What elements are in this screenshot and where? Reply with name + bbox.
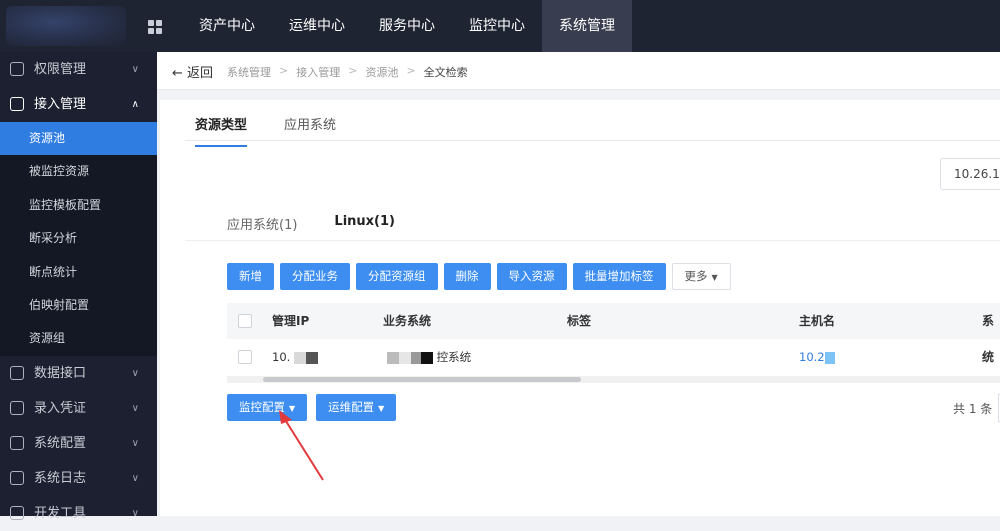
config-icon — [10, 435, 24, 450]
topnav-ops-center[interactable]: 运维中心 — [272, 0, 362, 52]
sidebar: 权限管理 ∨ 接入管理 ∧ 资源池 被监控资源 监控模板配置 断采分析 断点统计… — [0, 52, 157, 521]
action-toolbar: 新增 分配业务 分配资源组 删除 导入资源 批量增加标签 更多 ▼ — [227, 263, 731, 290]
cell-ip: 10. — [272, 339, 318, 375]
column-header-system[interactable]: 系统 — [982, 303, 1000, 364]
sidebar-group-label: 系统配置 — [34, 435, 87, 451]
breadcrumb-bar: ← 返回 系统管理 > 接入管理 > 资源池 > 全文检索 — [157, 52, 1000, 90]
caret-down-icon: ▼ — [289, 404, 296, 413]
row-checkbox[interactable] — [238, 350, 252, 364]
batch-add-tag-button[interactable]: 批量增加标签 — [572, 263, 666, 290]
chevron-up-icon: ∧ — [131, 99, 139, 110]
sidebar-group-credential[interactable]: 录入凭证 ∨ — [0, 391, 157, 426]
column-header-ip[interactable]: 管理IP — [272, 303, 309, 339]
sidebar-group-permission[interactable]: 权限管理 ∨ — [0, 52, 157, 87]
assign-business-button[interactable]: 分配业务 — [280, 263, 350, 290]
logo — [0, 0, 138, 52]
chevron-down-icon: ∨ — [131, 64, 139, 75]
sidebar-group-label: 录入凭证 — [34, 400, 87, 416]
tab-application-system[interactable]: 应用系统 — [284, 114, 336, 147]
more-label: 更多 — [684, 269, 708, 283]
sidebar-group-label: 接入管理 — [34, 97, 87, 112]
topnav-system-management[interactable]: 系统管理 — [542, 0, 632, 52]
access-icon — [10, 97, 24, 111]
more-dropdown-button[interactable]: 更多 ▼ — [671, 263, 731, 290]
topnav-asset-center[interactable]: 资产中心 — [182, 0, 272, 52]
sidebar-item-resource-group[interactable]: 资源组 — [0, 322, 157, 356]
sidebar-item-resource-pool[interactable]: 资源池 — [0, 122, 157, 156]
ops-config-label: 运维配置 — [328, 400, 375, 414]
import-resource-button[interactable]: 导入资源 — [496, 263, 567, 290]
assign-resource-group-button[interactable]: 分配资源组 — [356, 263, 438, 290]
chevron-down-icon: ∨ — [131, 437, 139, 449]
bottom-actions: 监控配置 ▼ 运维配置 ▼ — [227, 394, 397, 421]
chevron-down-icon: ∨ — [131, 507, 139, 519]
breadcrumb-current: 全文检索 — [423, 66, 468, 79]
ops-config-dropdown-button[interactable]: 运维配置 ▼ — [316, 394, 397, 421]
search-input[interactable]: 10.26.1. — [940, 158, 1000, 190]
sidebar-item-mapping-config[interactable]: 伯映射配置 — [0, 288, 157, 323]
topnav-service-center[interactable]: 服务中心 — [362, 0, 452, 52]
main-content: ← 返回 系统管理 > 接入管理 > 资源池 > 全文检索 资源类型 应用系统 … — [157, 52, 1000, 516]
credential-icon — [10, 400, 24, 415]
breadcrumb-item[interactable]: 系统管理 — [227, 64, 271, 80]
sidebar-item-breakpoint-stats[interactable]: 断点统计 — [0, 255, 157, 289]
api-icon — [10, 365, 24, 380]
sidebar-group-data-interface[interactable]: 数据接口 ∨ — [0, 356, 157, 391]
topnav-monitor-center[interactable]: 监控中心 — [452, 0, 542, 52]
add-button[interactable]: 新增 — [227, 263, 274, 290]
sidebar-group-system-log[interactable]: 系统日志 ∨ — [0, 461, 157, 496]
shield-icon — [10, 62, 24, 76]
sidebar-item-monitor-template[interactable]: 监控模板配置 — [0, 188, 157, 223]
sidebar-item-gap-analysis[interactable]: 断采分析 — [0, 222, 157, 256]
cell-business: 控系统 — [387, 339, 471, 375]
sidebar-group-label: 数据接口 — [34, 365, 87, 381]
cell-hostname-link[interactable]: 10.2 — [799, 339, 835, 375]
delete-button[interactable]: 删除 — [443, 263, 491, 290]
sidebar-group-dev-tools[interactable]: 开发工具 ∨ — [0, 496, 157, 531]
table-row[interactable]: 10. 控系统 10.2 — [227, 339, 1000, 375]
monitor-config-dropdown-button[interactable]: 监控配置 ▼ — [227, 394, 308, 421]
breadcrumb-item[interactable]: 资源池 — [365, 64, 398, 80]
caret-down-icon: ▼ — [711, 273, 718, 282]
breadcrumb: 系统管理 > 接入管理 > 资源池 > 全文检索 — [227, 64, 468, 80]
sidebar-group-label: 权限管理 — [34, 62, 87, 77]
subtab-application-system[interactable]: 应用系统(1) — [227, 214, 297, 233]
sidebar-group-label: 开发工具 — [34, 505, 87, 521]
horizontal-scrollbar-thumb[interactable] — [263, 377, 581, 382]
breadcrumb-item[interactable]: 接入管理 — [296, 64, 340, 80]
log-icon — [10, 470, 24, 485]
sidebar-group-label: 系统日志 — [34, 470, 87, 486]
back-button[interactable]: ← 返回 — [172, 62, 213, 81]
select-all-checkbox[interactable] — [238, 314, 252, 328]
column-header-hostname[interactable]: 主机名 — [799, 303, 835, 339]
column-header-business[interactable]: 业务系统 — [383, 303, 431, 339]
cell-hostname-text: 10.2 — [799, 350, 825, 364]
resource-panel: 资源类型 应用系统 10.26.1. 应用系统(1) Linux(1) 新增 分… — [160, 100, 1000, 516]
chevron-down-icon: ∨ — [131, 472, 139, 484]
column-header-tag[interactable]: 标签 — [567, 303, 591, 339]
monitor-config-label: 监控配置 — [239, 400, 285, 414]
sidebar-item-monitored-resources[interactable]: 被监控资源 — [0, 155, 157, 189]
cell-business-text: 控系统 — [436, 350, 472, 364]
caret-down-icon: ▼ — [378, 404, 385, 413]
top-navigation-bar: 资产中心 运维中心 服务中心 监控中心 系统管理 — [0, 0, 1000, 52]
sidebar-group-access[interactable]: 接入管理 ∧ — [0, 87, 157, 122]
sidebar-group-system-config[interactable]: 系统配置 ∨ — [0, 426, 157, 461]
subtab-linux[interactable]: Linux(1) — [334, 214, 395, 233]
tool-icon — [10, 505, 24, 520]
chevron-down-icon: ∨ — [131, 367, 139, 379]
total-count: 共 1 条 — [953, 402, 993, 416]
table-header: 管理IP 业务系统 标签 主机名 系统 — [227, 303, 1000, 364]
apps-grid-icon[interactable] — [148, 20, 162, 34]
cell-ip-text: 10. — [272, 350, 291, 364]
tab-resource-type[interactable]: 资源类型 — [195, 114, 248, 147]
chevron-down-icon: ∨ — [131, 402, 139, 414]
